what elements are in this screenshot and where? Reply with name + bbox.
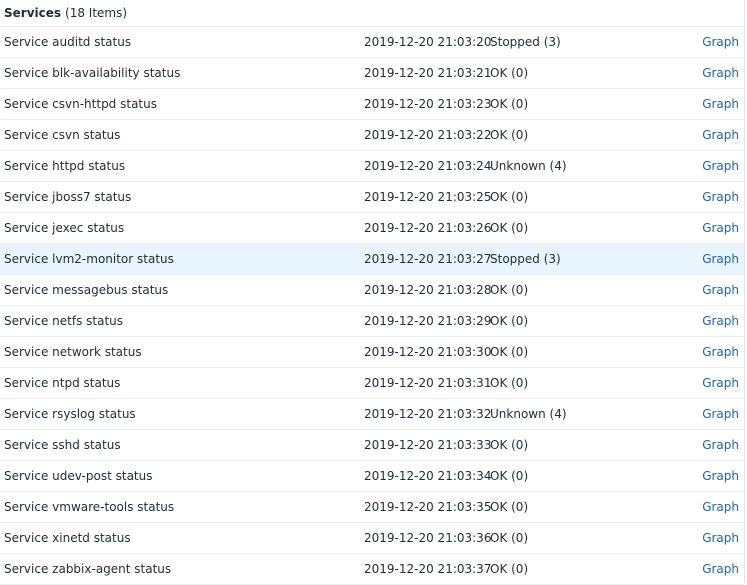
last-check-time: 2019-12-20 21:03:32	[364, 407, 492, 421]
table-row: Service jboss7 status 2019-12-20 21:03:25…	[0, 182, 744, 213]
last-check-time: 2019-12-20 21:03:30	[364, 345, 492, 359]
item-name: Service csvn status	[4, 128, 121, 142]
last-value: Stopped (3)	[490, 35, 561, 49]
item-name: Service network status	[4, 345, 142, 359]
item-name: Service zabbix-agent status	[4, 562, 172, 576]
graph-link[interactable]: Graph	[702, 213, 739, 243]
graph-link[interactable]: Graph	[702, 337, 739, 367]
last-value: OK (0)	[490, 376, 529, 390]
graph-link[interactable]: Graph	[702, 368, 739, 398]
table-row: Service httpd status 2019-12-20 21:03:24 U…	[0, 151, 744, 182]
table-row: Service vmware-tools status 2019-12-20 21…	[0, 492, 744, 523]
item-name: Service xinetd status	[4, 531, 131, 545]
last-check-time: 2019-12-20 21:03:37	[364, 562, 492, 576]
item-name: Service jexec status	[4, 221, 125, 235]
item-name: Service jboss7 status	[4, 190, 132, 204]
last-check-time: 2019-12-20 21:03:35	[364, 500, 492, 514]
graph-link[interactable]: Graph	[702, 554, 739, 584]
last-value: OK (0)	[490, 562, 529, 576]
last-check-time: 2019-12-20 21:03:24	[364, 159, 492, 173]
item-name: Service sshd status	[4, 438, 121, 452]
services-table: Services (18 Items) Service auditd statu…	[0, 0, 745, 585]
last-value: Stopped (3)	[490, 252, 561, 266]
table-row: Service lvm2-monitor status 2019-12-20 21…	[0, 244, 744, 275]
table-row: Service auditd status 2019-12-20 21:03:20…	[0, 27, 744, 58]
table-row: Service ntpd status 2019-12-20 21:03:31 OK…	[0, 368, 744, 399]
table-row: Service rsyslog status 2019-12-20 21:03:3…	[0, 399, 744, 430]
item-name: Service lvm2-monitor status	[4, 252, 174, 266]
table-body: Service auditd status 2019-12-20 21:03:20…	[0, 27, 744, 585]
item-name: Service blk-availability status	[4, 66, 181, 80]
last-check-time: 2019-12-20 21:03:33	[364, 438, 492, 452]
item-name: Service vmware-tools status	[4, 500, 175, 514]
last-check-time: 2019-12-20 21:03:23	[364, 97, 492, 111]
last-check-time: 2019-12-20 21:03:29	[364, 314, 492, 328]
last-check-time: 2019-12-20 21:03:31	[364, 376, 492, 390]
last-value: OK (0)	[490, 500, 529, 514]
table-row: Service jexec status 2019-12-20 21:03:26 O…	[0, 213, 744, 244]
graph-link[interactable]: Graph	[702, 492, 739, 522]
last-check-time: 2019-12-20 21:03:34	[364, 469, 492, 483]
graph-link[interactable]: Graph	[702, 275, 739, 305]
graph-link[interactable]: Graph	[702, 244, 739, 274]
item-name: Service httpd status	[4, 159, 126, 173]
last-value: Unknown (4)	[490, 159, 567, 173]
item-name: Service udev-post status	[4, 469, 153, 483]
table-row: Service xinetd status 2019-12-20 21:03:36…	[0, 523, 744, 554]
last-check-time: 2019-12-20 21:03:20	[364, 35, 492, 49]
last-check-time: 2019-12-20 21:03:21	[364, 66, 492, 80]
graph-link[interactable]: Graph	[702, 27, 739, 57]
group-item-count: (18 Items)	[65, 6, 128, 20]
graph-link[interactable]: Graph	[702, 89, 739, 119]
graph-link[interactable]: Graph	[702, 306, 739, 336]
table-row: Service csvn-httpd status 2019-12-20 21:0…	[0, 89, 744, 120]
graph-link[interactable]: Graph	[702, 461, 739, 491]
last-value: OK (0)	[490, 128, 529, 142]
last-check-time: 2019-12-20 21:03:22	[364, 128, 492, 142]
item-name: Service auditd status	[4, 35, 132, 49]
last-check-time: 2019-12-20 21:03:27	[364, 252, 492, 266]
group-name: Services	[4, 6, 62, 20]
graph-link[interactable]: Graph	[702, 399, 739, 429]
last-value: OK (0)	[490, 221, 529, 235]
table-row: Service network status 2019-12-20 21:03:3…	[0, 337, 744, 368]
graph-link[interactable]: Graph	[702, 523, 739, 553]
table-row: Service blk-availability status 2019-12-2…	[0, 58, 744, 89]
graph-link[interactable]: Graph	[702, 120, 739, 150]
item-name: Service netfs status	[4, 314, 124, 328]
last-check-time: 2019-12-20 21:03:28	[364, 283, 492, 297]
last-value: Unknown (4)	[490, 407, 567, 421]
table-row: Service sshd status 2019-12-20 21:03:33 OK…	[0, 430, 744, 461]
table-row: Service messagebus status 2019-12-20 21:0…	[0, 275, 744, 306]
group-header[interactable]: Services (18 Items)	[0, 0, 744, 27]
last-value: OK (0)	[490, 438, 529, 452]
table-row: Service zabbix-agent status 2019-12-20 21…	[0, 554, 744, 585]
item-name: Service ntpd status	[4, 376, 121, 390]
last-check-time: 2019-12-20 21:03:36	[364, 531, 492, 545]
last-value: OK (0)	[490, 531, 529, 545]
graph-link[interactable]: Graph	[702, 151, 739, 181]
last-value: OK (0)	[490, 97, 529, 111]
graph-link[interactable]: Graph	[702, 182, 739, 212]
table-row: Service csvn status 2019-12-20 21:03:22 OK…	[0, 120, 744, 151]
last-value: OK (0)	[490, 469, 529, 483]
item-name: Service rsyslog status	[4, 407, 136, 421]
last-value: OK (0)	[490, 66, 529, 80]
last-value: OK (0)	[490, 314, 529, 328]
item-name: Service csvn-httpd status	[4, 97, 157, 111]
last-value: OK (0)	[490, 283, 529, 297]
last-value: OK (0)	[490, 345, 529, 359]
last-value: OK (0)	[490, 190, 529, 204]
last-check-time: 2019-12-20 21:03:26	[364, 221, 492, 235]
table-row: Service netfs status 2019-12-20 21:03:29 O…	[0, 306, 744, 337]
graph-link[interactable]: Graph	[702, 430, 739, 460]
graph-link[interactable]: Graph	[702, 58, 739, 88]
last-check-time: 2019-12-20 21:03:25	[364, 190, 492, 204]
table-row: Service udev-post status 2019-12-20 21:03…	[0, 461, 744, 492]
item-name: Service messagebus status	[4, 283, 169, 297]
